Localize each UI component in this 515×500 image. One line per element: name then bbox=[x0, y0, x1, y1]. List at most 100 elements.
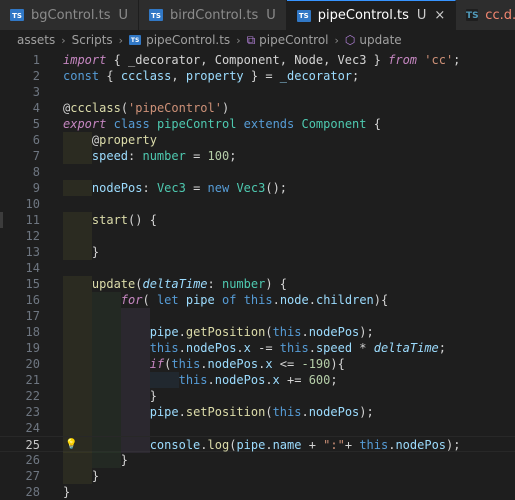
breadcrumb-item-scripts[interactable]: Scripts bbox=[72, 33, 113, 47]
code-line[interactable]: 23 pipe.setPosition(this.nodePos); bbox=[0, 404, 515, 420]
code-line[interactable]: 27 } bbox=[0, 468, 515, 484]
code-token: (); bbox=[265, 181, 288, 195]
code-line[interactable]: 5 export class pipeControl extends Compon… bbox=[0, 116, 515, 132]
code-token: ) bbox=[221, 101, 230, 115]
code-token: . bbox=[200, 438, 208, 452]
code-token: <= bbox=[272, 357, 302, 371]
line-number: 22 bbox=[25, 389, 40, 403]
code-text: pipe.getPosition(this.nodePos); bbox=[63, 324, 374, 340]
code-line[interactable]: 6 @property bbox=[0, 132, 515, 148]
code-token: } bbox=[63, 389, 157, 403]
code-token: . bbox=[265, 373, 273, 387]
code-token: pipe bbox=[185, 293, 215, 307]
code-line[interactable]: 17 bbox=[0, 308, 515, 324]
line-number: 16 bbox=[25, 293, 40, 307]
code-token: class bbox=[113, 117, 150, 131]
code-token: . bbox=[178, 341, 186, 355]
code-token: speed bbox=[91, 149, 129, 163]
code-line[interactable]: 7 speed: number = 100; bbox=[0, 148, 515, 164]
line-number: 13 bbox=[25, 245, 40, 259]
code-token: ); bbox=[359, 325, 374, 339]
code-token: . bbox=[301, 325, 309, 339]
code-token: @ bbox=[63, 133, 100, 147]
line-number: 15 bbox=[25, 277, 40, 291]
code-token: this bbox=[171, 357, 201, 371]
breadcrumb-item-method[interactable]: update bbox=[359, 33, 401, 47]
breadcrumb-item-file[interactable]: pipeControl.ts bbox=[146, 33, 230, 47]
code-token: nodePos bbox=[185, 341, 237, 355]
tab-label: cc.d.ts bbox=[485, 7, 515, 23]
code-line[interactable]: 14 bbox=[0, 260, 515, 276]
close-icon[interactable]: × bbox=[434, 8, 445, 23]
code-token: . bbox=[178, 325, 186, 339]
code-line[interactable]: 3 bbox=[0, 84, 515, 100]
tab-birdcontrol[interactable]: TS birdControl.ts U bbox=[139, 0, 287, 30]
tab-cc-d-ts[interactable]: TS cc.d.ts 9+ bbox=[456, 0, 515, 30]
code-line[interactable]: 16 for( let pipe of this.node.children){ bbox=[0, 292, 515, 308]
code-token: start bbox=[91, 213, 129, 227]
code-token: : bbox=[142, 181, 157, 195]
code-editor[interactable]: 1 import { _decorator, Component, Node, V… bbox=[0, 50, 515, 499]
code-token: deltaTime bbox=[142, 277, 208, 291]
code-line[interactable]: 2 const { ccclass, property } = _decorato… bbox=[0, 68, 515, 84]
code-line[interactable]: 13 } bbox=[0, 244, 515, 260]
code-token: . bbox=[272, 293, 280, 307]
code-line[interactable]: 15 update(deltaTime: number) { bbox=[0, 276, 515, 292]
line-number: 14 bbox=[25, 261, 40, 275]
typescript-file-icon: TS bbox=[296, 9, 311, 22]
code-line[interactable]: 10 bbox=[0, 196, 515, 212]
line-number: 7 bbox=[32, 149, 40, 163]
code-line[interactable]: 25 💡 console.log(pipe.name + ":"+ this.no… bbox=[0, 436, 515, 453]
code-line[interactable]: 8 bbox=[0, 164, 515, 180]
code-token: ( bbox=[135, 277, 143, 291]
code-text: } bbox=[63, 484, 70, 500]
line-number: 1 bbox=[32, 53, 40, 67]
code-line[interactable]: 28} bbox=[0, 484, 515, 500]
code-line[interactable]: 4 @ccclass('pipeControl') bbox=[0, 100, 515, 116]
code-token: new bbox=[207, 181, 230, 195]
code-line[interactable]: 18 pipe.getPosition(this.nodePos); bbox=[0, 324, 515, 340]
tab-pipecontrol[interactable]: TS pipeControl.ts U × bbox=[286, 0, 457, 30]
line-number: 20 bbox=[25, 357, 40, 371]
code-text: @property bbox=[63, 132, 157, 148]
code-line[interactable]: 12 bbox=[0, 228, 515, 244]
code-line[interactable]: 22 } bbox=[0, 388, 515, 404]
code-line[interactable]: 1 import { _decorator, Component, Node, V… bbox=[0, 52, 515, 68]
code-line[interactable]: 26 } bbox=[0, 452, 515, 468]
code-line[interactable]: 20 if(this.nodePos.x <= -190){ bbox=[0, 356, 515, 372]
breadcrumb-item-assets[interactable]: assets bbox=[17, 33, 55, 47]
code-token: ( bbox=[265, 405, 273, 419]
breadcrumb-item-class[interactable]: pipeControl bbox=[259, 33, 328, 47]
code-text: speed: number = 100; bbox=[63, 148, 237, 164]
tab-label: pipeControl.ts bbox=[317, 8, 409, 23]
tab-git-status: U bbox=[118, 7, 129, 23]
code-line[interactable]: 21 this.nodePos.x += 600; bbox=[0, 372, 515, 388]
line-number: 10 bbox=[25, 197, 40, 211]
editor-tab-bar: TS bgControl.ts U TS birdControl.ts U TS… bbox=[0, 0, 515, 30]
code-text: const { ccclass, property } = _decorator… bbox=[63, 68, 359, 84]
code-line[interactable]: 19 this.nodePos.x -= this.speed * deltaT… bbox=[0, 340, 515, 356]
code-text: this.nodePos.x -= this.speed * deltaTime… bbox=[63, 340, 446, 356]
code-line[interactable]: 11 start() { bbox=[0, 212, 515, 228]
line-number: 28 bbox=[25, 485, 40, 499]
code-text: export class pipeControl extends Compone… bbox=[63, 116, 381, 132]
code-token: ; bbox=[453, 53, 461, 67]
code-line[interactable]: 9 nodePos: Vec3 = new Vec3(); bbox=[0, 180, 515, 196]
indent-guide bbox=[91, 308, 121, 324]
code-token: ( bbox=[120, 101, 129, 115]
line-number: 25 bbox=[25, 438, 40, 452]
code-token: ":" bbox=[323, 438, 345, 452]
code-token: number bbox=[221, 277, 266, 291]
code-token: x bbox=[272, 373, 280, 387]
code-text: @ccclass('pipeControl') bbox=[63, 100, 229, 116]
line-number: 9 bbox=[32, 181, 40, 195]
chevron-right-icon: › bbox=[236, 33, 241, 47]
code-token: x bbox=[243, 341, 251, 355]
code-text: nodePos: Vec3 = new Vec3(); bbox=[63, 180, 287, 196]
tab-bgcontrol[interactable]: TS bgControl.ts U bbox=[0, 0, 140, 30]
code-line[interactable]: 24 bbox=[0, 420, 515, 436]
